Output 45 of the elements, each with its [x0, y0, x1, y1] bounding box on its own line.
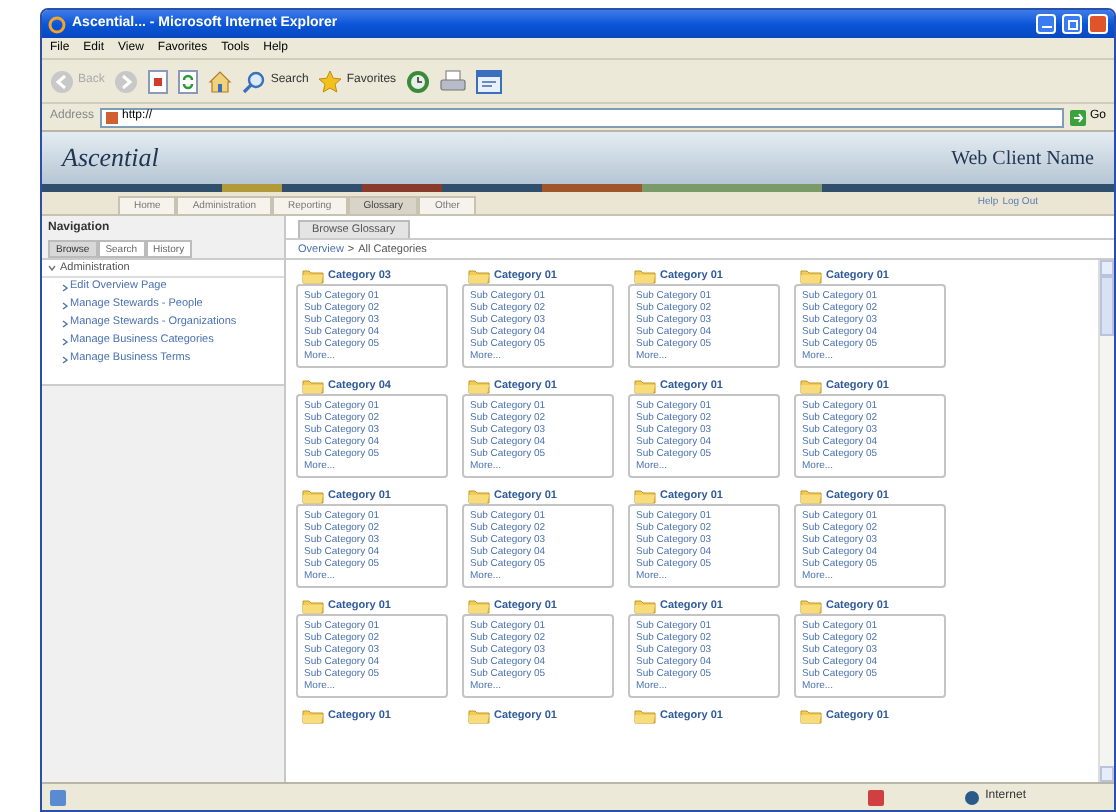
home-icon[interactable]	[208, 69, 233, 93]
folder-icon	[302, 598, 324, 614]
folder-icon	[800, 598, 822, 614]
clock-icon[interactable]	[406, 69, 431, 93]
folder-icon	[634, 708, 656, 724]
folder-icon	[634, 268, 656, 284]
folder-icon	[468, 708, 490, 724]
logo: Ascential	[62, 140, 159, 177]
star-icon	[318, 69, 343, 93]
close-button[interactable]	[1088, 14, 1108, 34]
blocked-icon	[867, 789, 884, 805]
search-icon	[242, 69, 267, 93]
folder-icon	[302, 378, 324, 394]
folder-icon	[468, 378, 490, 394]
minimize-button[interactable]	[1036, 14, 1056, 34]
chevron-icon	[62, 283, 68, 291]
folder-icon	[800, 268, 822, 284]
edit-page-icon[interactable]	[476, 69, 503, 93]
folder-icon	[800, 378, 822, 394]
scrollbar[interactable]	[1098, 260, 1114, 782]
maximize-button[interactable]	[1062, 14, 1082, 34]
globe-icon	[963, 789, 980, 805]
folder-icon	[800, 488, 822, 504]
page-icon	[50, 789, 66, 805]
chevron-icon	[62, 355, 68, 363]
folder-icon	[302, 268, 324, 284]
stop-icon[interactable]	[148, 69, 169, 93]
chevron-icon	[62, 301, 68, 309]
folder-icon	[468, 268, 490, 284]
printer-icon[interactable]	[440, 69, 467, 93]
folder-icon	[634, 598, 656, 614]
folder-icon	[302, 488, 324, 504]
chevron-icon	[62, 319, 68, 327]
folder-icon	[634, 378, 656, 394]
chevron-icon	[62, 337, 68, 345]
refresh-icon[interactable]	[178, 69, 199, 93]
folder-icon	[468, 488, 490, 504]
folder-icon	[634, 488, 656, 504]
folder-icon	[468, 598, 490, 614]
page-icon	[106, 111, 119, 123]
folder-icon	[800, 708, 822, 724]
browser-icon	[48, 15, 66, 33]
folder-icon	[302, 708, 324, 724]
chevron-icon	[48, 264, 56, 272]
client-name: Web Client Name	[951, 145, 1094, 173]
